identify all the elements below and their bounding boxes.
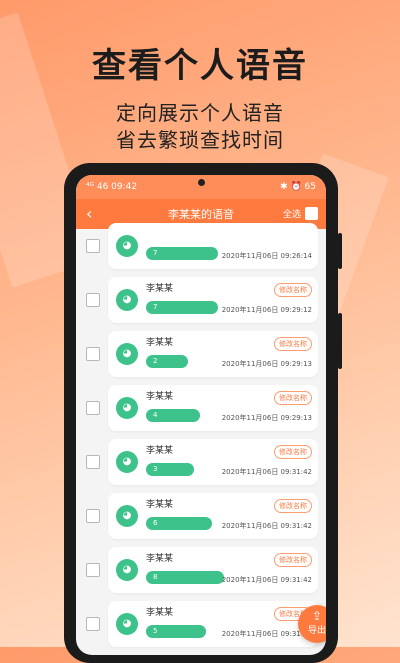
voice-duration: 3 [153,465,158,473]
status-left: ⁴ᴳ 46 09:42 [86,182,138,192]
select-all-label: 全选 [282,210,301,220]
voice-list: ◕ 7 2020年11月06日 09:26:14 ◕ 李某某 7 修改名称 2020年11月0… [76,223,326,655]
row-checkbox[interactable] [86,239,100,253]
voice-row[interactable]: ◕ 李某某 2 修改名称 2020年11月06日 09:29:13 [76,329,326,383]
export-label: 导出 [307,626,326,636]
voice-card[interactable]: ◕ 李某某 6 修改名称 2020年11月06日 09:31:42 [108,493,318,539]
phone-side-button [338,233,342,269]
voice-name: 李某某 [146,284,174,294]
voice-bubble[interactable]: 7 [146,247,218,260]
voice-duration: 5 [153,627,158,635]
voice-bubble[interactable]: 2 [146,355,188,368]
rename-button[interactable]: 修改名称 [274,445,312,459]
promo-line-1: 定向展示个人语音 [116,101,284,125]
row-checkbox[interactable] [86,563,100,577]
voice-time: 2020年11月06日 09:29:13 [221,360,312,368]
promo-headline: 查看个人语音 [92,46,308,86]
voice-time: 2020年11月06日 09:29:13 [221,414,312,422]
rename-button[interactable]: 修改名称 [274,337,312,351]
row-checkbox[interactable] [86,293,100,307]
rename-button[interactable]: 修改名称 [274,283,312,297]
select-all-toggle[interactable]: 全选 [283,207,318,220]
row-checkbox[interactable] [86,455,100,469]
voice-time: 2020年11月06日 09:31:42 [221,522,312,530]
row-checkbox[interactable] [86,509,100,523]
rename-button[interactable]: 修改名称 [274,499,312,513]
row-checkbox[interactable] [86,401,100,415]
voice-bubble[interactable]: 3 [146,463,194,476]
row-checkbox[interactable] [86,347,100,361]
voice-row[interactable]: ◕ 李某某 3 修改名称 2020年11月06日 09:31:42 [76,437,326,491]
voice-card[interactable]: ◕ 李某某 4 修改名称 2020年11月06日 09:29:13 [108,385,318,431]
row-checkbox[interactable] [86,617,100,631]
voice-card[interactable]: ◕ 7 2020年11月06日 09:26:14 [108,223,318,269]
voice-duration: 8 [153,573,158,581]
voice-row[interactable]: ◕ 李某某 5 修改名称 2020年11月06日 09:31:42 [76,599,326,653]
rename-button[interactable]: 修改名称 [274,391,312,405]
voice-time: 2020年11月06日 09:26:14 [221,252,312,260]
wechat-icon: ◕ [116,451,138,473]
voice-card[interactable]: ◕ 李某某 7 修改名称 2020年11月06日 09:29:12 [108,277,318,323]
wechat-icon: ◕ [116,343,138,365]
wechat-icon: ◕ [116,613,138,635]
voice-bubble[interactable]: 5 [146,625,206,638]
voice-time: 2020年11月06日 09:29:12 [221,306,312,314]
voice-duration: 4 [153,411,158,419]
phone-side-button [338,313,342,369]
voice-duration: 6 [153,519,158,527]
voice-name: 李某某 [146,500,174,510]
voice-row[interactable]: ◕ 李某某 4 修改名称 2020年11月06日 09:29:13 [76,383,326,437]
voice-name: 李某某 [146,554,174,564]
promo-line-2: 省去繁琐查找时间 [116,128,284,152]
voice-time: 2020年11月06日 09:31:42 [221,468,312,476]
voice-card[interactable]: ◕ 李某某 2 修改名称 2020年11月06日 09:29:13 [108,331,318,377]
voice-card[interactable]: ◕ 李某某 5 修改名称 2020年11月06日 09:31:42 [108,601,318,647]
wechat-icon: ◕ [116,397,138,419]
select-all-checkbox[interactable] [305,207,318,220]
voice-name: 李某某 [146,608,174,618]
voice-name: 李某某 [146,392,174,402]
voice-bubble[interactable]: 6 [146,517,212,530]
voice-card[interactable]: ◕ 李某某 8 修改名称 2020年11月06日 09:31:42 [108,547,318,593]
voice-card[interactable]: ◕ 李某某 3 修改名称 2020年11月06日 09:31:42 [108,439,318,485]
status-right: ✱ ⏰ 65 [280,182,316,192]
export-icon: ⇪ [311,609,323,623]
voice-row[interactable]: ◕ 李某某 7 修改名称 2020年11月06日 09:29:12 [76,275,326,329]
voice-bubble[interactable]: 4 [146,409,200,422]
wechat-icon: ◕ [116,559,138,581]
voice-row[interactable]: ◕ 7 2020年11月06日 09:26:14 [76,221,326,275]
voice-bubble[interactable]: 8 [146,571,224,584]
voice-name: 李某某 [146,338,174,348]
voice-row[interactable]: ◕ 李某某 8 修改名称 2020年11月06日 09:31:42 [76,545,326,599]
phone-frame: ⁴ᴳ 46 09:42 ✱ ⏰ 65 ‹ 李某某的语音 全选 ◕ 7 2020年11… [64,163,342,663]
wechat-icon: ◕ [116,289,138,311]
wechat-icon: ◕ [116,505,138,527]
voice-time: 2020年11月06日 09:31:42 [221,576,312,584]
voice-duration: 2 [153,357,158,365]
camera-dot [198,179,205,186]
voice-duration: 7 [153,303,158,311]
rename-button[interactable]: 修改名称 [274,553,312,567]
voice-row[interactable]: ◕ 李某某 6 修改名称 2020年11月06日 09:31:42 [76,491,326,545]
wechat-icon: ◕ [116,235,138,257]
voice-bubble[interactable]: 7 [146,301,218,314]
voice-name: 李某某 [146,446,174,456]
phone-screen: ⁴ᴳ 46 09:42 ✱ ⏰ 65 ‹ 李某某的语音 全选 ◕ 7 2020年11… [76,175,326,655]
voice-duration: 7 [153,249,158,257]
